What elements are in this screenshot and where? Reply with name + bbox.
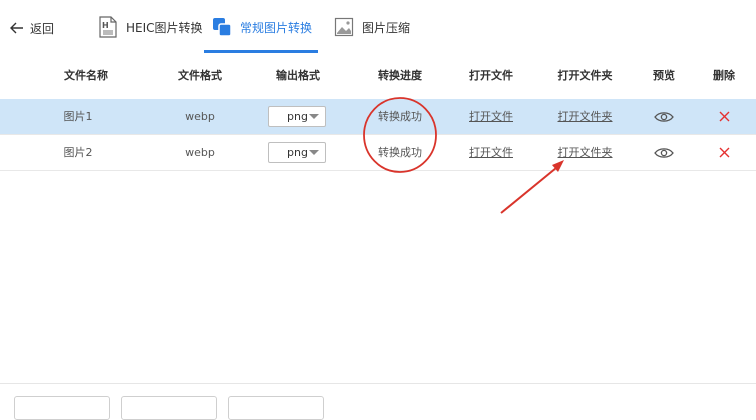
open-file-link-label[interactable]: 打开文件 (469, 146, 513, 159)
active-tab-indicator (204, 50, 318, 53)
output-format-value: png (287, 110, 308, 123)
preview-button[interactable] (640, 99, 688, 134)
progress-status: 转换成功 (378, 146, 422, 159)
tab-image-compress[interactable]: 图片压缩 (334, 0, 410, 54)
open-file-link[interactable]: 打开文件 (451, 135, 531, 170)
open-folder-link[interactable]: 打开文件夹 (545, 135, 625, 170)
tab-heic-label: HEIC图片转换 (126, 20, 203, 35)
back-button[interactable]: 返回 (10, 18, 54, 38)
dropdown-arrow-icon (309, 114, 319, 119)
table-row[interactable]: 图片1 webp png 转换成功 打开文件 打开文件夹 (0, 99, 756, 135)
tab-heic-convert[interactable]: H HEIC图片转换 (98, 0, 203, 54)
open-folder-link-label[interactable]: 打开文件夹 (558, 146, 613, 159)
open-file-link-label[interactable]: 打开文件 (469, 110, 513, 123)
progress-status: 转换成功 (378, 110, 422, 123)
output-format-select[interactable]: png (268, 106, 326, 127)
table-header: 文件名称 文件格式 输出格式 转换进度 打开文件 打开文件夹 预览 删除 (0, 54, 756, 98)
close-icon (719, 111, 729, 122)
output-format-value: png (287, 146, 308, 159)
back-label: 返回 (30, 21, 55, 36)
header-open-folder: 打开文件夹 (557, 69, 613, 82)
tab-image-convert[interactable]: 常规图片转换 (212, 0, 312, 54)
header-open-file: 打开文件 (469, 69, 513, 82)
header-progress: 转换进度 (378, 69, 422, 82)
bottom-divider (0, 383, 756, 384)
file-format-cell: webp (185, 146, 215, 159)
file-format-cell: webp (185, 110, 215, 123)
header-file-name: 文件名称 (64, 69, 108, 82)
header-delete: 删除 (713, 69, 735, 82)
svg-text:H: H (102, 21, 109, 30)
open-folder-link-label[interactable]: 打开文件夹 (558, 110, 613, 123)
delete-button[interactable] (700, 99, 748, 134)
file-name-cell: 图片2 (63, 146, 93, 159)
eye-icon (654, 111, 674, 122)
header-preview: 预览 (653, 69, 675, 82)
header-file-format: 文件格式 (178, 69, 222, 82)
image-compress-icon (334, 17, 354, 37)
open-folder-link[interactable]: 打开文件夹 (545, 99, 625, 134)
close-icon (719, 147, 729, 158)
tab-image-convert-label: 常规图片转换 (240, 20, 313, 35)
heic-file-icon: H (98, 16, 118, 38)
header-output-format: 输出格式 (276, 69, 320, 82)
table-row[interactable]: 图片2 webp png 转换成功 打开文件 打开文件夹 (0, 135, 756, 171)
open-file-link[interactable]: 打开文件 (451, 99, 531, 134)
preview-button[interactable] (640, 135, 688, 170)
tab-image-compress-label: 图片压缩 (362, 20, 411, 35)
arrow-left-icon (10, 22, 23, 34)
image-convert-icon (212, 17, 232, 37)
output-format-select[interactable]: png (268, 142, 326, 163)
dropdown-arrow-icon (309, 150, 319, 155)
top-nav-bar: 返回 H HEIC图片转换 常规图片转换 图片压缩 (0, 0, 756, 55)
eye-icon (654, 147, 674, 158)
delete-button[interactable] (700, 135, 748, 170)
file-name-cell: 图片1 (63, 110, 93, 123)
